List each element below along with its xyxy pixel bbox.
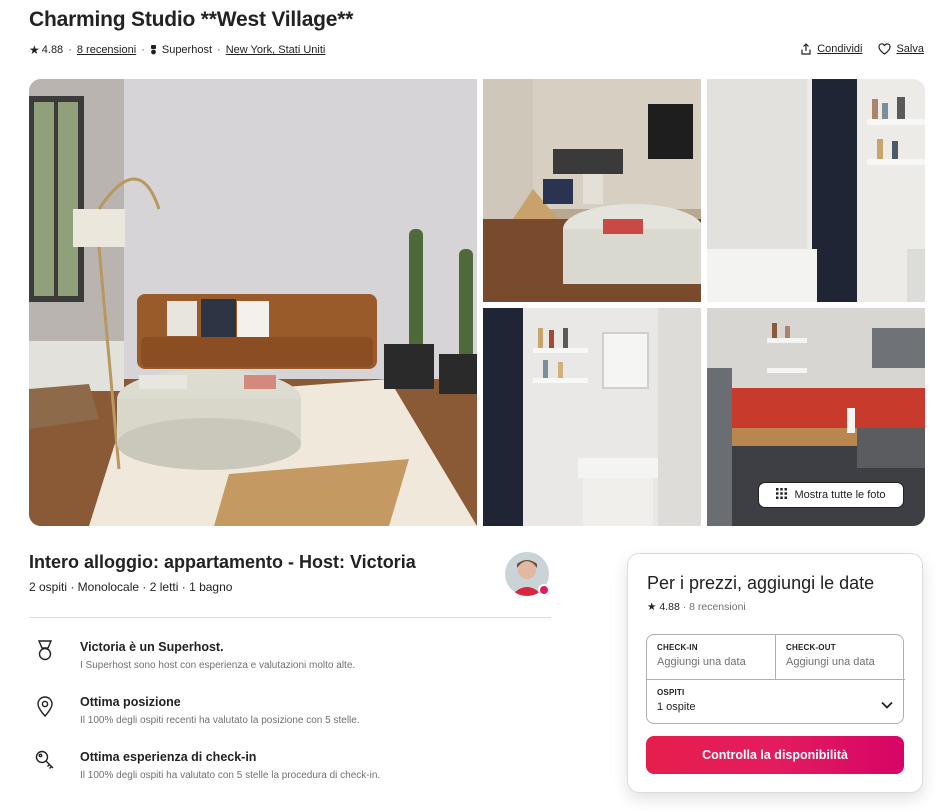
photo-bathroom-sink[interactable] — [483, 308, 701, 526]
photo-gallery — [29, 79, 925, 526]
grid-icon — [776, 488, 788, 502]
guests-value: 1 ospite — [657, 701, 696, 713]
superhost-label: Superhost — [161, 44, 213, 56]
show-all-photos-button[interactable]: Mostra tutte le foto — [758, 482, 904, 508]
superhost-badge-icon — [538, 584, 550, 596]
photo-bathroom-shower[interactable] — [707, 79, 925, 302]
share-icon — [800, 43, 812, 55]
rating-value: 4.88 — [41, 44, 64, 56]
checkout-label: CHECK-OUT — [786, 643, 836, 652]
listing-title: Charming Studio **West Village** — [29, 8, 354, 31]
photo-desk-area[interactable] — [483, 79, 701, 302]
highlight-superhost: Victoria è un Superhost. I Superhost son… — [34, 640, 355, 671]
star-icon: ★ — [647, 601, 657, 613]
superhost-medal-icon — [34, 640, 56, 662]
superhost-icon — [150, 45, 157, 55]
highlight-location: Ottima posizione Il 100% degli ospiti re… — [34, 695, 360, 726]
location-pin-icon — [34, 695, 56, 717]
photo-living-room[interactable] — [29, 79, 477, 526]
check-availability-button[interactable]: Controlla la disponibilità — [646, 736, 904, 774]
highlight-description: Il 100% degli ospiti ha valutato con 5 s… — [80, 770, 381, 781]
save-label: Salva — [896, 43, 924, 55]
highlight-checkin: Ottima esperienza di check-in Il 100% de… — [34, 750, 380, 781]
listing-summary: 2 ospiti · Monolocale · 2 letti · 1 bagn… — [29, 580, 233, 594]
heart-icon — [878, 43, 892, 55]
booking-title: Per i prezzi, aggiungi le date — [647, 573, 875, 593]
section-divider — [29, 617, 551, 618]
highlight-title: Ottima esperienza di check-in — [80, 750, 257, 764]
share-button[interactable]: Condividi — [800, 43, 862, 55]
guests-label: OSPITI — [657, 688, 685, 697]
highlight-description: Il 100% degli ospiti recenti ha valutato… — [80, 715, 360, 726]
checkout-placeholder: Aggiungi una data — [786, 656, 875, 668]
checkin-placeholder: Aggiungi una data — [657, 656, 746, 668]
booking-rating: ★ 4.88 · 8 recensioni — [647, 601, 746, 613]
booking-rating-value: 4.88 — [659, 601, 680, 613]
booking-reviews[interactable]: 8 recensioni — [689, 601, 746, 613]
share-label: Condividi — [817, 43, 863, 55]
location-link[interactable]: New York, Stati Uniti — [226, 44, 326, 56]
save-button[interactable]: Salva — [878, 43, 924, 55]
booking-fields: CHECK-IN Aggiungi una data CHECK-OUT Agg… — [646, 634, 905, 725]
checkout-field[interactable]: CHECK-OUT Aggiungi una data — [776, 635, 905, 680]
guests-select[interactable]: OSPITI 1 ospite — [647, 680, 905, 725]
booking-card: Per i prezzi, aggiungi le date ★ 4.88 · … — [627, 553, 923, 793]
checkin-label: CHECK-IN — [657, 643, 698, 652]
listing-meta: ★ 4.88 · 8 recensioni · Superhost · New … — [29, 43, 326, 57]
show-all-photos-label: Mostra tutte le foto — [794, 489, 886, 501]
highlight-title: Ottima posizione — [80, 695, 181, 709]
checkin-field[interactable]: CHECK-IN Aggiungi una data — [647, 635, 776, 680]
highlight-title: Victoria è un Superhost. — [80, 640, 224, 654]
listing-heading: Intero alloggio: appartamento - Host: Vi… — [29, 552, 416, 572]
listing-actions: Condividi Salva — [800, 43, 924, 55]
highlight-description: I Superhost sono host con esperienza e v… — [80, 660, 356, 671]
star-icon: ★ — [29, 43, 40, 57]
reviews-link[interactable]: 8 recensioni — [77, 44, 136, 56]
chevron-down-icon — [881, 696, 893, 714]
key-icon — [34, 750, 56, 772]
